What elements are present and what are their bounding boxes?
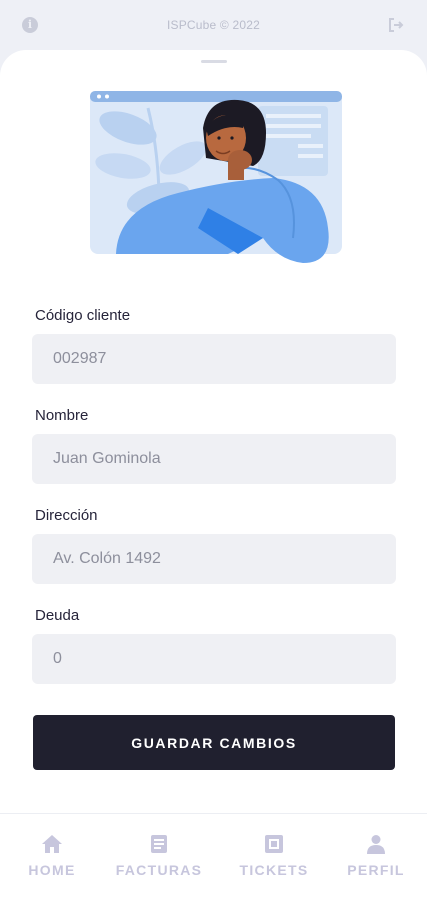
ticket-icon: [265, 835, 283, 853]
customer-code-value: 002987: [53, 350, 107, 367]
nav-label-perfil: PERFIL: [347, 862, 405, 878]
user-icon: [367, 835, 385, 854]
name-field[interactable]: Juan Gominola: [32, 434, 396, 484]
nav-label-tickets: TICKETS: [239, 862, 309, 878]
customer-code-label: Código cliente: [35, 307, 131, 324]
profile-sheet: Código cliente 002987 Nombre Juan Gomino…: [0, 50, 427, 813]
nav-label-home: HOME: [28, 862, 76, 878]
debt-label: Deuda: [35, 607, 80, 624]
top-bar: i ISPCube © 2022: [0, 0, 427, 50]
app-title: ISPCube © 2022: [166, 18, 261, 32]
address-label: Dirección: [35, 507, 98, 524]
drag-handle[interactable]: [201, 60, 227, 63]
customer-code-field[interactable]: 002987: [32, 334, 396, 384]
debt-field[interactable]: 0: [32, 634, 396, 684]
info-icon[interactable]: i: [22, 17, 38, 33]
name-label: Nombre: [35, 407, 89, 424]
save-button[interactable]: GUARDAR CAMBIOS: [33, 715, 395, 770]
home-icon: [42, 835, 62, 853]
name-value: Juan Gominola: [53, 450, 161, 467]
nav-item-facturas[interactable]: FACTURAS: [109, 814, 209, 900]
bottom-nav: HOME FACTURAS TICKETS PERFIL: [0, 813, 427, 900]
nav-label-facturas: FACTURAS: [115, 862, 203, 878]
nav-item-tickets[interactable]: TICKETS: [224, 814, 324, 900]
debt-value: 0: [53, 650, 62, 667]
nav-item-perfil[interactable]: PERFIL: [326, 814, 426, 900]
profile-illustration: [90, 91, 342, 263]
logout-icon[interactable]: [387, 16, 405, 34]
document-icon: [151, 835, 167, 853]
address-field[interactable]: Av. Colón 1492: [32, 534, 396, 584]
nav-item-home[interactable]: HOME: [2, 814, 102, 900]
address-value: Av. Colón 1492: [53, 550, 161, 567]
